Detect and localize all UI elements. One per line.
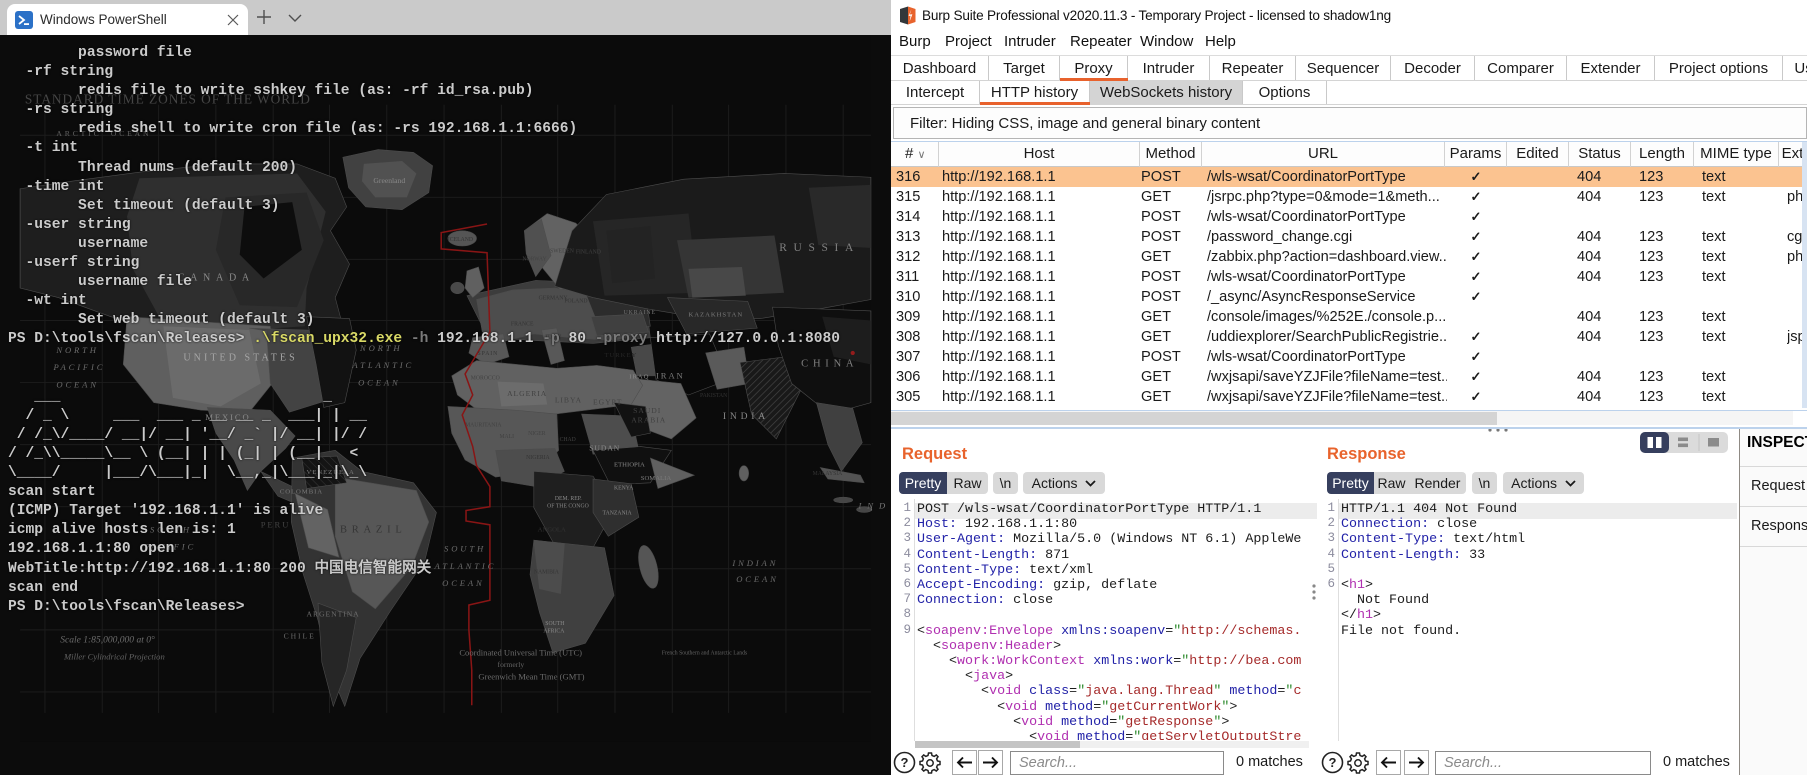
svg-text:?: ? (1329, 755, 1337, 770)
svg-text:?: ? (901, 755, 909, 770)
